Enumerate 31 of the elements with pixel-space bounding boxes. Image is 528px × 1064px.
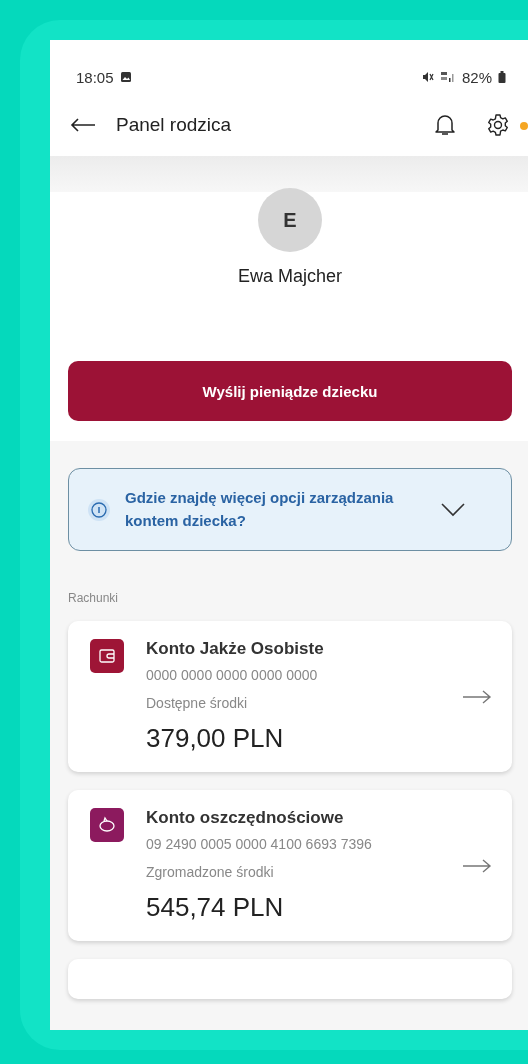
account-number: 0000 0000 0000 0000 0000	[146, 667, 319, 683]
status-time: 18:05	[76, 68, 114, 86]
info-panel[interactable]: Gdzie znajdę więcej opcji zarządzania kontem dziecka?	[68, 468, 512, 551]
avatar: E	[258, 188, 322, 252]
network-icon	[439, 71, 454, 83]
account-card[interactable]: Konto oszczędnościowe 09 2490 0005 0000 4100 6693 7396 Zgromadzone środki 545,74 PLN	[68, 790, 512, 941]
send-money-button[interactable]: Wyślij pieniądze dziecku	[68, 361, 512, 421]
settings-icon[interactable]	[486, 113, 510, 137]
chevron-icon[interactable]	[441, 502, 465, 517]
info-question: Gdzie znajdę więcej opcji zarządzania kontem dziecka?	[125, 488, 395, 531]
marker-dot	[520, 122, 528, 130]
battery-icon	[498, 71, 506, 83]
arrow-right-icon	[462, 857, 492, 874]
account-balance: 379,00 PLN	[146, 723, 285, 754]
account-name: Konto Jakże Osobiste	[146, 639, 325, 659]
image-icon	[119, 71, 132, 83]
page-title: Panel rodzica	[116, 114, 232, 136]
balance-label: Zgromadzone środki	[146, 864, 275, 880]
account-number: 09 2490 0005 0000 4100 6693 7396	[146, 836, 373, 852]
account-name: Konto oszczędnościowe	[146, 808, 345, 828]
mute-icon	[421, 71, 434, 83]
back-arrow-icon[interactable]	[70, 117, 96, 133]
bell-icon[interactable]	[434, 113, 456, 137]
section-label: Rachunki	[68, 591, 120, 605]
account-card[interactable]: Konto Jakże Osobiste 0000 0000 0000 0000 0000 Dostępne środki 379,00 PLN	[68, 621, 512, 772]
balance-label: Dostępne środki	[146, 695, 249, 711]
info-icon	[87, 497, 111, 522]
arrow-right-icon	[462, 688, 492, 705]
battery-percent: 82%	[461, 68, 492, 86]
profile-name: Ewa Majcher	[237, 266, 342, 287]
account-balance: 545,74 PLN	[146, 892, 285, 923]
